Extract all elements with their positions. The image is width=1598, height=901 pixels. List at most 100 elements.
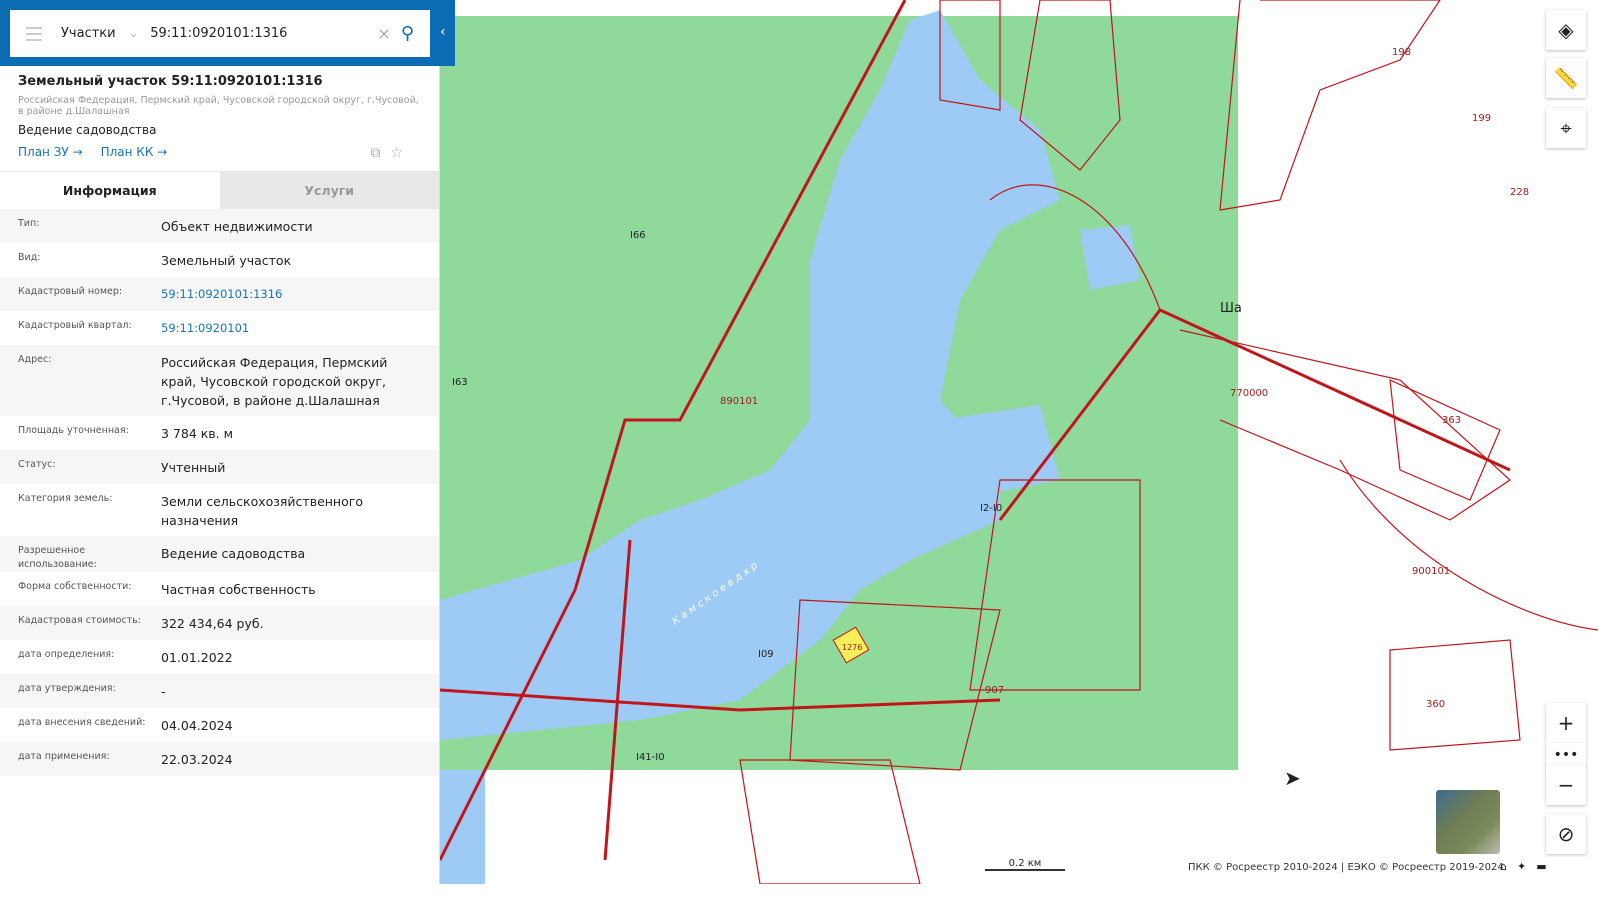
- map-label: 890101: [720, 396, 758, 407]
- map-label: I09: [758, 649, 774, 660]
- map-label: 228: [1510, 187, 1529, 198]
- map-label: 363: [1442, 415, 1461, 426]
- ruler-icon: 📏: [1553, 66, 1579, 90]
- info-value: Земли сельскохозяйственного назначения: [161, 494, 363, 528]
- layers-button[interactable]: ◈: [1546, 10, 1586, 50]
- info-value: 01.01.2022: [161, 650, 233, 665]
- map-label: I2-I0: [980, 503, 1002, 514]
- info-label: Статус:: [18, 459, 56, 470]
- info-label: дата определения:: [18, 649, 115, 660]
- info-value: Объект недвижимости: [161, 219, 313, 234]
- info-label: Вид:: [18, 252, 41, 263]
- home-icon[interactable]: ⌂: [1500, 860, 1507, 873]
- info-label: Кадастровый номер:: [18, 286, 123, 297]
- map-label: 900101: [1412, 566, 1450, 577]
- info-value: Земельный участок: [161, 253, 292, 268]
- info-label: дата применения:: [18, 751, 110, 762]
- info-value: 04.04.2024: [161, 718, 233, 733]
- info-row: Тип: Объект недвижимости: [0, 209, 439, 243]
- map-label: 907: [985, 685, 1004, 696]
- more-button[interactable]: •••: [1546, 743, 1586, 767]
- menu-icon[interactable]: [26, 26, 42, 41]
- info-value: 22.03.2024: [161, 752, 233, 767]
- compass-icon: ⊘: [1557, 822, 1575, 846]
- clear-icon[interactable]: ×: [377, 24, 390, 43]
- info-row: Кадастровый номер: 59:11:0920101:1316: [0, 277, 439, 311]
- info-label: Категория земель:: [18, 493, 113, 504]
- info-value: -: [161, 684, 166, 699]
- object-address: Российская Федерация, Пермский край, Чус…: [18, 95, 419, 117]
- compass-button[interactable]: ⊘: [1546, 814, 1586, 854]
- map-label: I66: [630, 230, 646, 241]
- info-row: Кадастровая стоимость: 322 434,64 руб.: [0, 606, 439, 640]
- info-label: дата утверждения:: [18, 683, 116, 694]
- search-document-icon[interactable]: ⧉: [370, 145, 380, 161]
- info-row: дата внесения сведений: 04.04.2024: [0, 708, 439, 742]
- info-label: Разрешенное использование:: [18, 545, 97, 570]
- search-input[interactable]: 59:11:0920101:1316: [150, 26, 377, 41]
- more-icon: •••: [1553, 747, 1579, 763]
- locate-button[interactable]: ⌖: [1546, 108, 1586, 148]
- search-icon[interactable]: ⚲: [401, 23, 414, 44]
- map-label: 198: [1392, 47, 1411, 58]
- minus-icon: −: [1557, 773, 1575, 797]
- info-value: Ведение садоводства: [161, 546, 306, 561]
- map-label: 1276: [842, 643, 862, 652]
- info-value: Частная собственность: [161, 582, 316, 597]
- info-value: Учтенный: [161, 460, 226, 475]
- search-bar: Участки ⌄ 59:11:0920101:1316 × ⚲ ‹: [0, 0, 455, 66]
- info-label: Площадь уточненная:: [18, 425, 129, 436]
- info-label: дата внесения сведений:: [18, 717, 146, 728]
- map-label: I41-I0: [636, 752, 665, 763]
- object-purpose: Ведение садоводства: [18, 123, 157, 137]
- info-value: 3 784 кв. м: [161, 426, 234, 441]
- info-panel: Участки ⌄ 59:11:0920101:1316 × ⚲ ‹ Земел…: [0, 0, 455, 884]
- ruler-button[interactable]: 📏: [1546, 58, 1586, 98]
- info-row: Разрешенное использование: Ведение садово…: [0, 536, 439, 572]
- zoom-out-button[interactable]: −: [1546, 765, 1586, 805]
- fullscreen-icon[interactable]: ▬: [1536, 860, 1546, 873]
- object-title: Земельный участок 59:11:0920101:1316: [18, 74, 323, 89]
- info-row: Кадастровый квартал: 59:11:0920101: [0, 311, 439, 345]
- info-value: 322 434,64 руб.: [161, 616, 264, 631]
- info-value[interactable]: 59:11:0920101: [161, 319, 439, 345]
- info-row: Вид: Земельный участок: [0, 243, 439, 277]
- tab-information[interactable]: Информация: [0, 172, 220, 209]
- info-row: дата утверждения: -: [0, 674, 439, 708]
- crosshair-icon[interactable]: ✦: [1517, 860, 1526, 873]
- scale-bar: 0.2 км: [985, 858, 1065, 871]
- tab-services[interactable]: Услуги: [219, 172, 439, 209]
- map-label: 360: [1426, 699, 1445, 710]
- info-row: Площадь уточненная: 3 784 кв. м: [0, 416, 439, 450]
- info-row: Статус: Учтенный: [0, 450, 439, 484]
- chevron-down-icon[interactable]: ⌄: [129, 27, 138, 40]
- plus-icon: +: [1557, 711, 1575, 735]
- map-label: I63: [452, 377, 468, 388]
- basemap-switcher[interactable]: [1436, 790, 1500, 854]
- info-row: Форма собственности: Частная собственност…: [0, 572, 439, 606]
- map-label: Ша: [1220, 301, 1242, 316]
- layers-icon: ◈: [1558, 18, 1574, 42]
- info-label: Кадастровая стоимость:: [18, 615, 141, 626]
- info-row: дата применения: 22.03.2024: [0, 742, 439, 776]
- collapse-panel-icon[interactable]: ‹: [440, 24, 446, 40]
- crosshair-icon: ⌖: [1560, 116, 1572, 140]
- info-table: Тип: Объект недвижимости Вид: Земельный уча…: [0, 209, 439, 776]
- info-row: Категория земель: Земли сельскохозяйствен…: [0, 484, 439, 536]
- info-row: дата определения: 01.01.2022: [0, 640, 439, 674]
- info-value: Российская Федерация, Пермский край, Чус…: [161, 355, 388, 408]
- star-icon[interactable]: ☆: [390, 145, 403, 161]
- map-canvas[interactable]: I66 I63 890101 I09 I2-I0 I41-I0 900101 7…: [440, 0, 1598, 884]
- attribution: ПКК © Росреестр 2010-2024 | ЕЭКО © Росре…: [1188, 862, 1504, 873]
- info-label: Кадастровый квартал:: [18, 320, 132, 331]
- plan-zu-link[interactable]: План ЗУ →: [18, 145, 83, 163]
- info-label: Тип:: [18, 218, 40, 229]
- info-value[interactable]: 59:11:0920101:1316: [161, 285, 439, 311]
- map-label: 770000: [1230, 388, 1268, 399]
- map-label: 199: [1472, 113, 1491, 124]
- plan-kk-link[interactable]: План КК →: [101, 145, 168, 163]
- zoom-in-button[interactable]: +: [1546, 703, 1586, 743]
- category-select[interactable]: Участки: [61, 26, 129, 41]
- mouse-cursor-icon: ➤: [1284, 766, 1301, 790]
- info-row: Адрес: Российская Федерация, Пермский кра…: [0, 345, 439, 416]
